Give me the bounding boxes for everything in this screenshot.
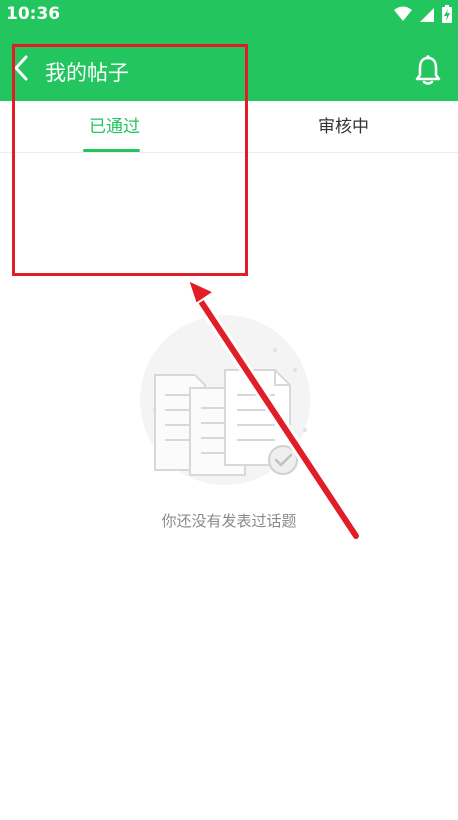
documents-check-icon [140,315,310,485]
signal-icon [420,8,434,22]
bell-icon[interactable] [413,54,443,86]
status-bar: 10:36 [0,0,458,28]
tab-under-review[interactable]: 审核中 [229,101,458,153]
status-icons [394,5,452,23]
empty-state-message: 你还没有发表过话题 [161,512,297,530]
tab-approved-label: 已通过 [89,117,140,137]
status-time: 10:36 [6,4,61,24]
wifi-icon [394,6,412,21]
battery-charging-icon [442,5,452,23]
tab-approved[interactable]: 已通过 [0,101,229,153]
page-title: 我的帖子 [45,61,129,85]
chevron-left-icon[interactable] [10,54,32,82]
app-bar: 我的帖子 [0,28,458,101]
tab-selected-indicator [83,149,140,152]
tab-under-review-label: 审核中 [318,117,369,137]
tab-bar: 已通过 审核中 [0,101,458,153]
